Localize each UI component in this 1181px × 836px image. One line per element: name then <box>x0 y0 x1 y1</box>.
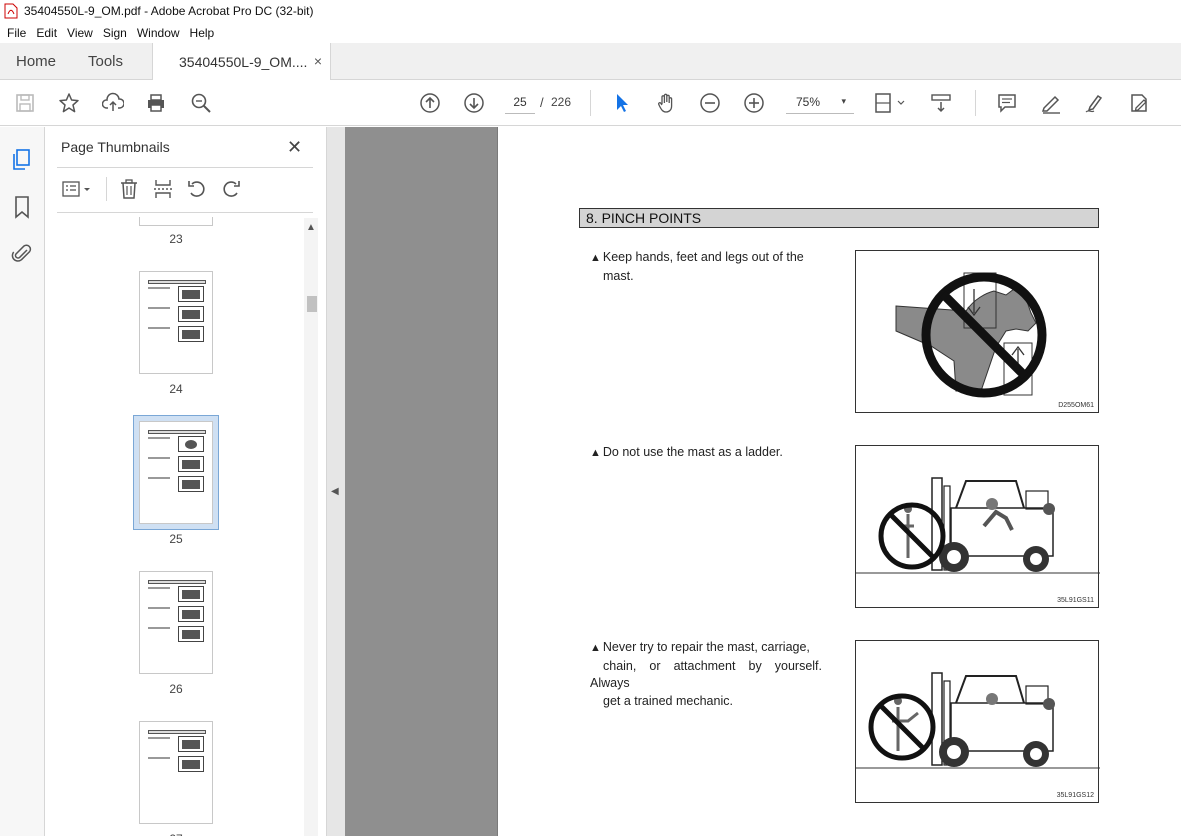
figure-no-ladder: 35L91GS11 <box>855 445 1100 608</box>
tab-document-label: 35404550L-9_OM.... <box>179 54 308 70</box>
warning-line: mast. <box>603 268 634 283</box>
document-gutter <box>345 127 497 836</box>
save-icon[interactable] <box>13 91 37 115</box>
page-number-input[interactable] <box>505 90 535 114</box>
menu-bar: File Edit View Sign Window Help <box>0 22 1181 43</box>
page-thumbnails-icon[interactable] <box>11 148 33 172</box>
page-thumbnail[interactable] <box>139 721 213 824</box>
thumbnail-label: 25 <box>169 532 183 546</box>
page-thumbnails-panel: Page Thumbnails ✕ 23 24 25 26 <box>45 127 327 836</box>
attachments-icon[interactable] <box>11 241 33 265</box>
figure-code: 35L91GS11 <box>1057 597 1094 604</box>
zoom-in-icon[interactable] <box>742 91 766 115</box>
menu-help[interactable]: Help <box>185 26 220 40</box>
menu-file[interactable]: File <box>2 26 31 40</box>
menu-window[interactable]: Window <box>132 26 185 40</box>
warning-triangle-icon: ▲ <box>590 447 601 459</box>
figure-no-self-repair: 35L91GS12 <box>855 640 1100 803</box>
menu-sign[interactable]: Sign <box>98 26 132 40</box>
warning-text: ▲ Never try to repair the mast, carriage,… <box>590 639 822 710</box>
figure-code: 35L91GS12 <box>1056 792 1094 799</box>
scrollbar-thumb[interactable] <box>307 296 317 312</box>
thumbnail-label: 27 <box>136 832 216 836</box>
panel-title: Page Thumbnails <box>61 139 170 155</box>
print-icon[interactable] <box>144 91 168 115</box>
warning-triangle-icon: ▲ <box>590 642 601 654</box>
page-thumbnail-selected[interactable] <box>139 421 213 524</box>
zoom-out-icon[interactable] <box>698 91 722 115</box>
window-title: 35404550L-9_OM.pdf - Adobe Acrobat Pro D… <box>24 4 314 18</box>
tab-close-icon[interactable]: × <box>314 53 322 69</box>
bookmarks-icon[interactable] <box>11 195 33 219</box>
forklift-repair-prohibition-illustration <box>856 672 1100 769</box>
warning-line: chain, or attachment by yourself. Always <box>590 658 822 691</box>
collapse-panel-icon[interactable]: ◀ <box>331 486 339 497</box>
menu-view[interactable]: View <box>62 26 98 40</box>
toolbar-divider <box>106 177 107 201</box>
thumbnail-list: 23 24 25 26 <box>59 217 317 836</box>
warning-text: ▲ Keep hands, feet and legs out of the ma… <box>590 249 822 285</box>
warning-text: ▲ Do not use the mast as a ladder. <box>590 444 822 463</box>
insert-page-icon[interactable] <box>152 178 176 202</box>
figure-code: D255OM61 <box>1058 402 1094 409</box>
toolbar-divider <box>590 90 591 116</box>
thumbnail-label: 23 <box>169 232 183 246</box>
section-heading: 8. PINCH POINTS <box>579 208 1099 228</box>
thumbnail-scrollbar[interactable]: ▲ <box>304 218 318 836</box>
zoom-search-icon[interactable] <box>189 91 213 115</box>
previous-page-icon[interactable] <box>418 91 442 115</box>
thumbnail-label: 26 <box>169 682 183 696</box>
thumbnail-toolbar <box>57 175 313 205</box>
page-thumbnail[interactable] <box>139 571 213 674</box>
comment-icon[interactable] <box>995 91 1019 115</box>
tab-bar: Home Tools 35404550L-9_OM.... × <box>0 43 1181 81</box>
chevron-down-icon: ▾ <box>841 96 846 106</box>
forklift-ladder-prohibition-illustration <box>856 477 1100 574</box>
scroll-mode-icon[interactable] <box>929 91 953 115</box>
tab-document[interactable]: 35404550L-9_OM.... × <box>152 43 331 81</box>
delete-page-icon[interactable] <box>118 178 142 202</box>
hand-prohibition-illustration <box>895 272 1047 398</box>
tab-home[interactable]: Home <box>16 43 56 80</box>
hand-tool-icon[interactable] <box>654 91 678 115</box>
title-bar: 35404550L-9_OM.pdf - Adobe Acrobat Pro D… <box>0 0 1181 22</box>
warning-triangle-icon: ▲ <box>590 252 601 264</box>
toolbar-divider <box>975 90 976 116</box>
page-thumbnail[interactable] <box>139 271 213 374</box>
next-page-icon[interactable] <box>462 91 486 115</box>
pdf-file-icon <box>4 3 18 19</box>
close-icon[interactable]: ✕ <box>287 137 302 158</box>
warning-line: Keep hands, feet and legs out of the <box>602 250 804 264</box>
edit-pdf-icon[interactable] <box>1127 91 1151 115</box>
share-upload-icon[interactable] <box>101 91 125 115</box>
figure-keep-hands-out: D255OM61 <box>855 250 1099 413</box>
warning-line: Do not use the mast as a ladder. <box>602 445 783 459</box>
rotate-clockwise-icon[interactable] <box>220 178 244 202</box>
total-pages: 226 <box>551 95 572 109</box>
warning-line: Never try to repair the mast, carriage, <box>602 640 810 654</box>
warning-line: get a trained mechanic. <box>603 693 733 708</box>
page-fit-icon[interactable] <box>873 91 907 115</box>
thumbnail-label: 24 <box>169 382 183 396</box>
sign-icon[interactable] <box>1083 91 1107 115</box>
panel-divider <box>57 212 313 213</box>
page-thumbnail[interactable] <box>139 217 213 226</box>
scroll-up-icon[interactable]: ▲ <box>306 222 316 233</box>
bookmark-star-icon[interactable] <box>57 91 81 115</box>
highlight-pen-icon[interactable] <box>1039 91 1063 115</box>
tab-tools[interactable]: Tools <box>88 43 123 80</box>
zoom-level-select[interactable]: 75% ▾ <box>786 90 854 114</box>
select-cursor-icon[interactable] <box>610 91 634 115</box>
page-separator: / <box>540 95 544 110</box>
menu-edit[interactable]: Edit <box>31 26 62 40</box>
panel-divider <box>57 167 313 168</box>
thumbnail-options-icon[interactable] <box>61 179 95 201</box>
rotate-counterclockwise-icon[interactable] <box>186 178 210 202</box>
zoom-value: 75% <box>796 94 821 109</box>
left-navigation-rail <box>0 127 45 836</box>
